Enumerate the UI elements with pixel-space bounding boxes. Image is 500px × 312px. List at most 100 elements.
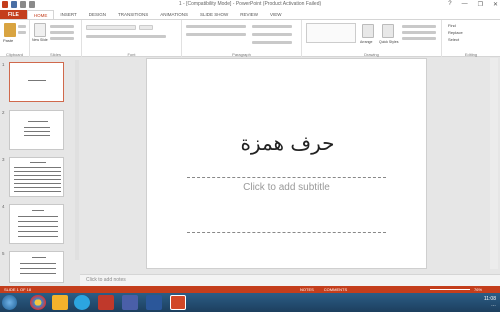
thumb-text-line bbox=[14, 191, 61, 192]
subtitle-placeholder-text: Click to add subtitle bbox=[243, 182, 330, 193]
maximize-button[interactable]: ❐ bbox=[478, 1, 483, 8]
tab-slide-show[interactable]: SLIDE SHOW bbox=[194, 10, 234, 19]
thumb-number: 2 bbox=[2, 110, 5, 115]
slide-scrollbar[interactable] bbox=[490, 58, 498, 269]
slide-thumbnails-pane: 1 2 3 4 5 bbox=[0, 57, 80, 286]
list-buttons[interactable] bbox=[186, 25, 246, 28]
shapes-gallery[interactable] bbox=[306, 23, 356, 43]
comments-button[interactable]: COMMENTS bbox=[324, 287, 347, 292]
start-button[interactable] bbox=[2, 295, 17, 310]
status-bar: SLIDE 1 OF 18 NOTES COMMENTS 76% bbox=[0, 286, 500, 293]
shape-effects-button[interactable] bbox=[402, 37, 436, 40]
status-buttons: NOTES COMMENTS bbox=[300, 287, 347, 292]
thumb-text-line bbox=[18, 226, 58, 227]
window-title: 1 - [Compatibility Mode] - PowerPoint (P… bbox=[178, 1, 322, 7]
cut-icon[interactable] bbox=[18, 25, 26, 28]
new-slide-icon[interactable] bbox=[34, 23, 46, 37]
font-size-select[interactable] bbox=[139, 25, 153, 30]
copy-icon[interactable] bbox=[18, 31, 26, 34]
clock-date: … bbox=[491, 302, 496, 308]
font-name-select[interactable] bbox=[86, 25, 136, 30]
thumb-text-line bbox=[20, 268, 56, 269]
paste-icon[interactable] bbox=[4, 23, 16, 37]
telegram-icon[interactable] bbox=[74, 295, 90, 310]
group-editing: Find Replace Select Editing bbox=[442, 20, 500, 58]
shape-outline-button[interactable] bbox=[402, 31, 436, 34]
tab-design[interactable]: DESIGN bbox=[83, 10, 112, 19]
slide-thumbnail-5[interactable] bbox=[9, 251, 64, 283]
tab-home[interactable]: HOME bbox=[26, 10, 55, 19]
thumb-number: 4 bbox=[2, 204, 5, 209]
ribbon: Paste Clipboard New Slide Slides Font Pa… bbox=[0, 19, 500, 58]
arrange-icon[interactable] bbox=[362, 24, 374, 38]
tab-transitions[interactable]: TRANSITIONS bbox=[112, 10, 154, 19]
slide-thumbnail-2[interactable] bbox=[9, 110, 64, 150]
align-buttons[interactable] bbox=[186, 33, 246, 36]
notes-button[interactable]: NOTES bbox=[300, 287, 314, 292]
slide-thumbnail-4[interactable] bbox=[9, 204, 64, 244]
close-button[interactable]: ✕ bbox=[493, 1, 498, 8]
smartart-button[interactable] bbox=[252, 41, 292, 44]
slide-thumbnail-3[interactable] bbox=[9, 157, 64, 197]
tab-review[interactable]: REVIEW bbox=[234, 10, 264, 19]
notes-pane[interactable]: Click to add notes bbox=[80, 274, 500, 286]
thumb-number: 3 bbox=[2, 157, 5, 162]
thumbnails-scrollbar[interactable] bbox=[75, 60, 79, 260]
select-button[interactable]: Select bbox=[448, 37, 459, 42]
thumb-text-line bbox=[20, 273, 56, 274]
thumb-text-line bbox=[18, 216, 58, 217]
slide-editor[interactable]: حرف همزة Click to add subtitle bbox=[146, 58, 427, 269]
app-icon[interactable] bbox=[98, 295, 114, 310]
thumb-text-line bbox=[24, 127, 50, 128]
thumb-text-line bbox=[18, 221, 58, 222]
word-icon[interactable] bbox=[146, 295, 162, 310]
slide-thumbnail-1[interactable] bbox=[9, 62, 64, 102]
tab-view[interactable]: VIEW bbox=[264, 10, 288, 19]
tab-animations[interactable]: ANIMATIONS bbox=[154, 10, 194, 19]
quick-styles-icon[interactable] bbox=[382, 24, 394, 38]
slide-title[interactable]: حرف همزة bbox=[147, 131, 428, 155]
thumb-text-line bbox=[14, 171, 61, 172]
replace-button[interactable]: Replace bbox=[448, 30, 463, 35]
group-slides: New Slide Slides bbox=[30, 20, 82, 58]
section-button[interactable] bbox=[50, 37, 74, 40]
thumb-text-line bbox=[18, 231, 58, 232]
explorer-icon[interactable] bbox=[52, 295, 68, 310]
chrome-icon[interactable] bbox=[30, 295, 46, 310]
help-button[interactable]: ? bbox=[448, 1, 451, 8]
new-slide-label: New Slide bbox=[32, 38, 48, 42]
subtitle-placeholder[interactable]: Click to add subtitle bbox=[187, 177, 386, 233]
group-drawing: Arrange Quick Styles Drawing bbox=[302, 20, 442, 58]
minimize-button[interactable]: — bbox=[462, 1, 468, 8]
group-clipboard: Paste Clipboard bbox=[0, 20, 30, 58]
thumb-text-line bbox=[14, 167, 61, 168]
font-format-buttons[interactable] bbox=[86, 35, 166, 38]
align-text-button[interactable] bbox=[252, 33, 292, 36]
thumb-number: 5 bbox=[2, 251, 5, 256]
slide-counter: SLIDE 1 OF 18 bbox=[4, 286, 32, 292]
thumb-text-line bbox=[20, 263, 56, 264]
thumb-text-line bbox=[30, 162, 46, 163]
thumb-text-line bbox=[18, 236, 58, 237]
powerpoint-taskbar-icon[interactable] bbox=[170, 295, 186, 310]
thumb-text-line bbox=[32, 210, 44, 211]
text-direction-button[interactable] bbox=[252, 25, 292, 28]
tab-insert[interactable]: INSERT bbox=[54, 10, 82, 19]
reset-button[interactable] bbox=[50, 31, 74, 34]
thumb-number: 1 bbox=[2, 62, 5, 67]
shape-fill-button[interactable] bbox=[402, 25, 436, 28]
tab-file[interactable]: FILE bbox=[0, 10, 27, 19]
find-button[interactable]: Find bbox=[448, 23, 456, 28]
layout-button[interactable] bbox=[50, 25, 74, 28]
app-icon[interactable] bbox=[122, 295, 138, 310]
zoom-level[interactable]: 76% bbox=[474, 287, 482, 292]
thumb-text-line bbox=[24, 135, 50, 136]
thumb-text-line bbox=[14, 183, 61, 184]
system-tray-clock[interactable]: 11:08 … bbox=[484, 296, 496, 308]
window-controls: ? — ❐ ✕ bbox=[448, 1, 498, 8]
title-bar: 1 - [Compatibility Mode] - PowerPoint (P… bbox=[0, 0, 500, 10]
zoom-slider[interactable] bbox=[430, 289, 470, 290]
thumb-text-line bbox=[14, 187, 61, 188]
paste-label: Paste bbox=[3, 38, 14, 43]
thumb-title-line bbox=[28, 80, 46, 81]
